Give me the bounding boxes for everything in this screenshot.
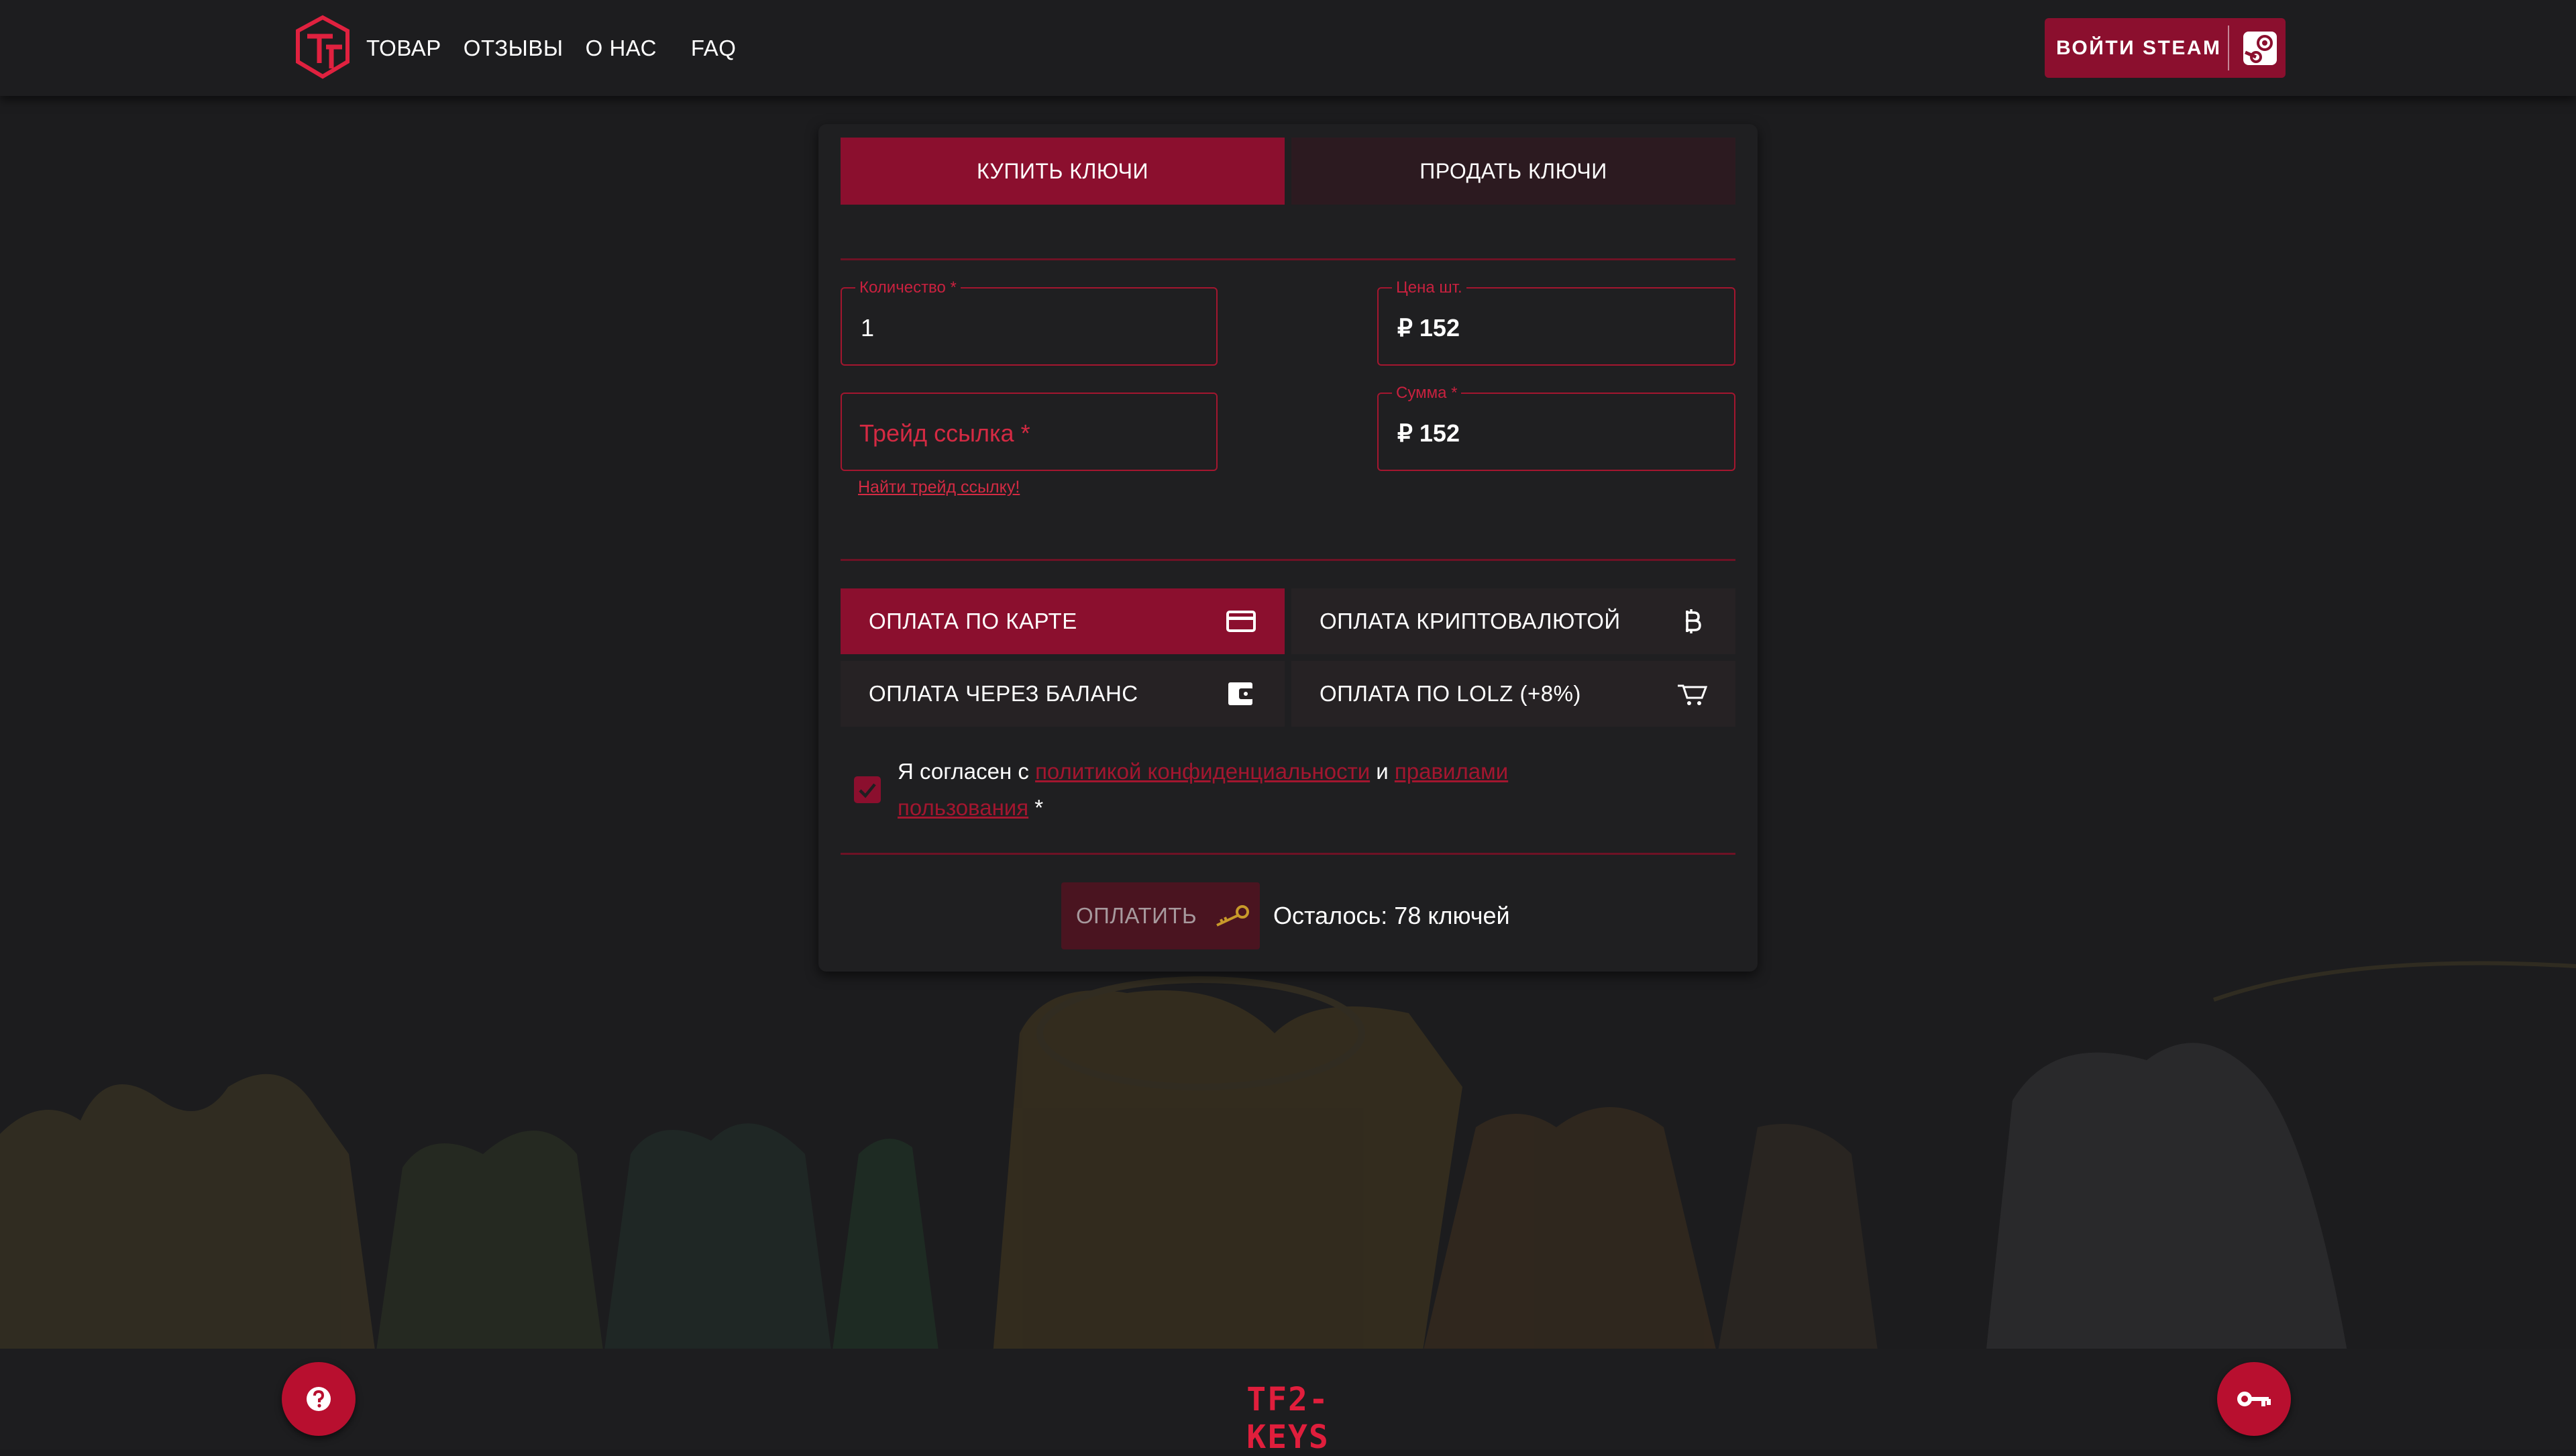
agreement-required-mark: *	[1028, 795, 1044, 820]
total-value: ₽ 152	[1397, 419, 1460, 447]
unit-price-label: Цена шт.	[1392, 278, 1466, 297]
pay-by-crypto-label: ОПЛАТА КРИПТОВАЛЮТОЙ	[1320, 609, 1621, 633]
divider	[841, 853, 1735, 855]
nav-products[interactable]: ТОВАР	[366, 36, 441, 61]
main-nav: ТОВАР ОТЗЫВЫ О НАС FAQ	[366, 0, 758, 96]
nav-about[interactable]: О НАС	[586, 36, 657, 61]
steam-login-button[interactable]: ВОЙТИ STEAM	[2045, 18, 2286, 78]
privacy-policy-link[interactable]: политикой конфиденциальности	[1035, 759, 1370, 784]
divider	[841, 258, 1735, 260]
background-artwork	[0, 961, 2576, 1355]
tf2-logo-icon[interactable]	[292, 15, 353, 81]
steam-login-label: ВОЙТИ STEAM	[2056, 36, 2222, 59]
pay-by-lolz-button[interactable]: ОПЛАТА ПО LOLZ (+8%)	[1291, 661, 1735, 727]
help-icon	[307, 1387, 331, 1411]
total-field[interactable]: Сумма * ₽ 152	[1377, 384, 1735, 471]
pay-submit-label: ОПЛАТИТЬ	[1076, 903, 1197, 928]
agreement-text: Я согласен с политикой конфиденциальност…	[898, 753, 1568, 826]
pay-by-crypto-button[interactable]: ОПЛАТА КРИПТОВАЛЮТОЙ	[1291, 588, 1735, 654]
remaining-keys-count: Осталось: 78 ключей	[1273, 902, 1510, 929]
total-label: Сумма *	[1392, 384, 1462, 403]
pay-by-card-button[interactable]: ОПЛАТА ПО КАРТЕ	[841, 588, 1285, 654]
credit-card-icon	[1226, 611, 1256, 632]
find-trade-link[interactable]: Найти трейд ссылку!	[858, 478, 1020, 497]
trade-link-placeholder: Трейд ссылка *	[859, 419, 1030, 447]
divider	[841, 559, 1735, 561]
pay-by-card-label: ОПЛАТА ПО КАРТЕ	[869, 609, 1077, 633]
purchase-card: КУПИТЬ КЛЮЧИ ПРОДАТЬ КЛЮЧИ Количество * …	[818, 124, 1758, 972]
key-icon	[1216, 905, 1250, 927]
agreement-prefix: Я согласен с	[898, 759, 1036, 784]
pay-submit-button[interactable]: ОПЛАТИТЬ	[1061, 882, 1260, 949]
quantity-value: 1	[861, 314, 875, 342]
footer-brand-logo: TF2-KEYS	[1246, 1381, 1330, 1456]
keys-button[interactable]	[2217, 1362, 2291, 1436]
tab-buy-keys[interactable]: КУПИТЬ КЛЮЧИ	[841, 138, 1285, 205]
agreement-and: и	[1370, 759, 1395, 784]
trade-link-field[interactable]: Трейд ссылка *	[841, 393, 1218, 471]
wallet-icon	[1228, 682, 1254, 705]
bitcoin-icon	[1686, 609, 1701, 633]
steam-button-separator	[2228, 25, 2229, 70]
cart-icon	[1678, 684, 1707, 705]
tab-sell-keys[interactable]: ПРОДАТЬ КЛЮЧИ	[1291, 138, 1735, 205]
unit-price-value: ₽ 152	[1397, 314, 1460, 342]
pay-by-lolz-label: ОПЛАТА ПО LOLZ (+8%)	[1320, 681, 1581, 706]
nav-reviews[interactable]: ОТЗЫВЫ	[464, 36, 564, 61]
agreement-checkbox[interactable]	[854, 776, 881, 803]
pay-by-balance-button[interactable]: ОПЛАТА ЧЕРЕЗ БАЛАНС	[841, 661, 1285, 727]
top-header: ТОВАР ОТЗЫВЫ О НАС FAQ ВОЙТИ STEAM	[0, 0, 2576, 96]
pay-by-balance-label: ОПЛАТА ЧЕРЕЗ БАЛАНС	[869, 681, 1138, 706]
help-button[interactable]	[282, 1362, 356, 1436]
quantity-field[interactable]: Количество * 1	[841, 278, 1218, 366]
check-icon	[859, 783, 876, 798]
steam-icon	[2243, 31, 2277, 65]
unit-price-field[interactable]: Цена шт. ₽ 152	[1377, 278, 1735, 366]
nav-faq[interactable]: FAQ	[691, 36, 737, 61]
key-icon	[2237, 1392, 2271, 1406]
quantity-label: Количество *	[855, 278, 961, 297]
